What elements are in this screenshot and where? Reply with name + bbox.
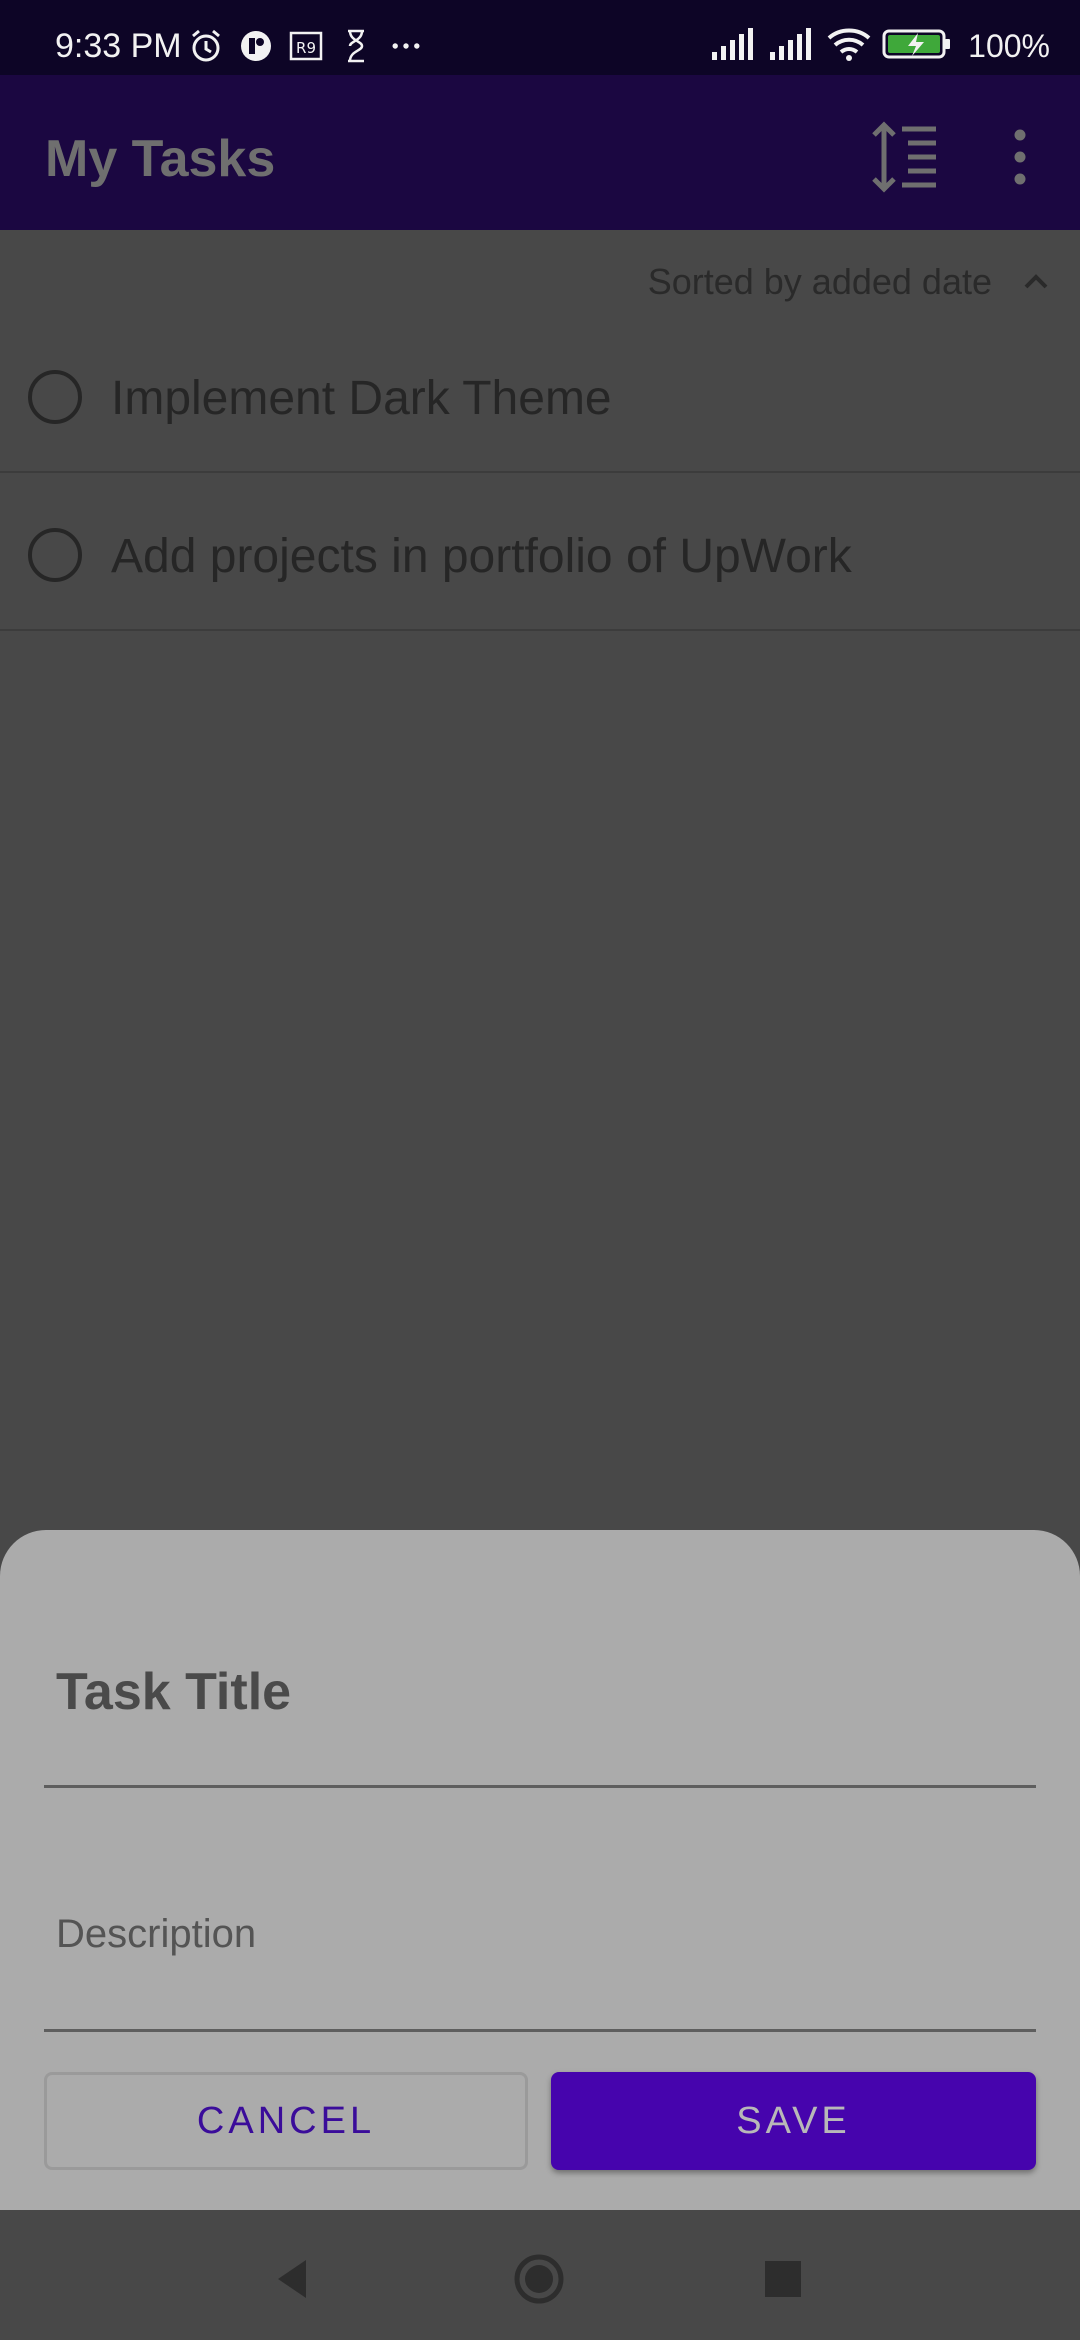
more-notifications-icon [388,28,424,64]
app-bar: My Tasks [0,75,1080,230]
list-item[interactable]: Add projects in portfolio of UpWork [0,473,1080,631]
back-icon[interactable] [266,2252,320,2306]
status-bar: 9:33 PM R9 100% [0,0,1080,75]
signal-icon [710,26,758,67]
add-task-sheet: Task Title Description CANCEL SAVE [0,1530,1080,2210]
notification-icons: R9 [188,24,424,68]
task-checkbox[interactable] [28,528,82,582]
hourglass-icon [338,28,374,64]
sort-icon[interactable] [866,119,942,195]
cancel-button[interactable]: CANCEL [44,2072,528,2170]
list-item[interactable]: Implement Dark Theme [0,315,1080,473]
wifi-icon [826,26,872,67]
system-icons: 100% [710,24,1050,68]
app-notification-icon [238,28,274,64]
task-list: Sorted by added date Implement Dark Them… [0,230,1080,1530]
alarm-icon [188,28,224,64]
task-checkbox[interactable] [28,370,82,424]
status-time: 9:33 PM [55,27,182,65]
save-button[interactable]: SAVE [551,2072,1036,2170]
recents-icon[interactable] [756,2252,810,2306]
page-title: My Tasks [45,130,276,188]
signal-icon [768,26,816,67]
battery-charging-icon [882,26,952,67]
chevron-up-icon[interactable] [1020,266,1052,298]
task-title: Add projects in portfolio of UpWork [111,530,852,583]
battery-percent: 100% [968,28,1050,64]
sort-label: Sorted by added date [647,261,992,302]
svg-text:R9: R9 [296,39,316,57]
home-icon[interactable] [512,2252,566,2306]
currency-icon: R9 [288,28,324,64]
task-title: Implement Dark Theme [111,372,612,425]
more-vert-icon[interactable] [1000,119,1040,195]
description-placeholder: Description [56,1912,257,1956]
navigation-bar [0,2210,1080,2340]
description-input[interactable]: Description [44,1860,1036,2032]
task-title-input[interactable]: Task Title [44,1630,1036,1788]
task-title-placeholder: Task Title [56,1663,292,1721]
